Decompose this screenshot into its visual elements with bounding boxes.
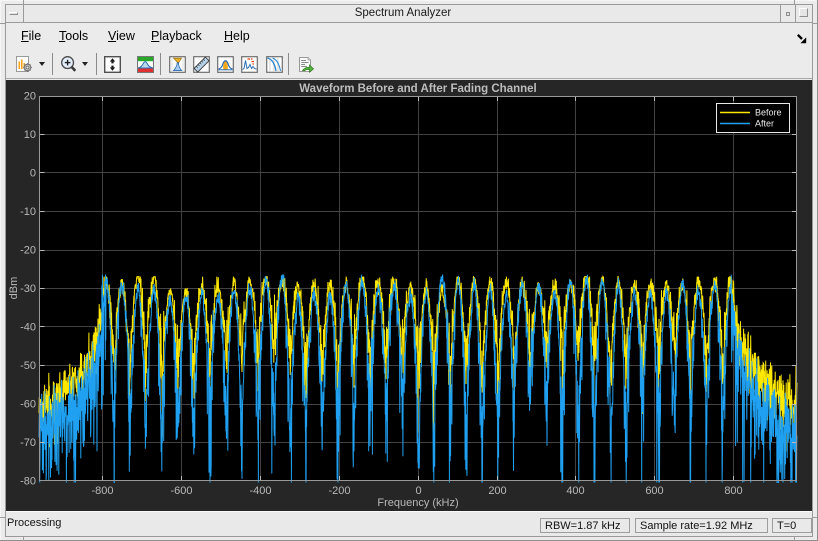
- svg-text:-200: -200: [328, 485, 350, 497]
- svg-text:800: 800: [724, 485, 742, 497]
- svg-text:dBm: dBm: [8, 277, 20, 300]
- svg-text:-30: -30: [20, 283, 36, 295]
- svg-text:10: 10: [24, 129, 36, 141]
- svg-text:-20: -20: [20, 245, 36, 257]
- svg-text:0: 0: [30, 168, 36, 180]
- svg-text:-600: -600: [170, 485, 192, 497]
- svg-text:-70: -70: [20, 437, 36, 449]
- svg-text:400: 400: [566, 485, 584, 497]
- svg-text:-80: -80: [20, 476, 36, 488]
- svg-text:-400: -400: [249, 485, 271, 497]
- svg-text:20: 20: [24, 91, 36, 103]
- svg-text:Waveform Before and After Fadi: Waveform Before and After Fading Channel: [299, 83, 536, 95]
- svg-text:-800: -800: [91, 485, 113, 497]
- svg-text:200: 200: [488, 485, 506, 497]
- svg-text:-60: -60: [20, 399, 36, 411]
- svg-text:-40: -40: [20, 322, 36, 334]
- svg-text:600: 600: [645, 485, 663, 497]
- svg-text:0: 0: [415, 485, 421, 497]
- svg-text:Frequency (kHz): Frequency (kHz): [377, 497, 458, 509]
- svg-text:Before: Before: [755, 108, 782, 118]
- svg-text:-50: -50: [20, 360, 36, 372]
- svg-text:After: After: [755, 119, 774, 129]
- svg-text:-10: -10: [20, 206, 36, 218]
